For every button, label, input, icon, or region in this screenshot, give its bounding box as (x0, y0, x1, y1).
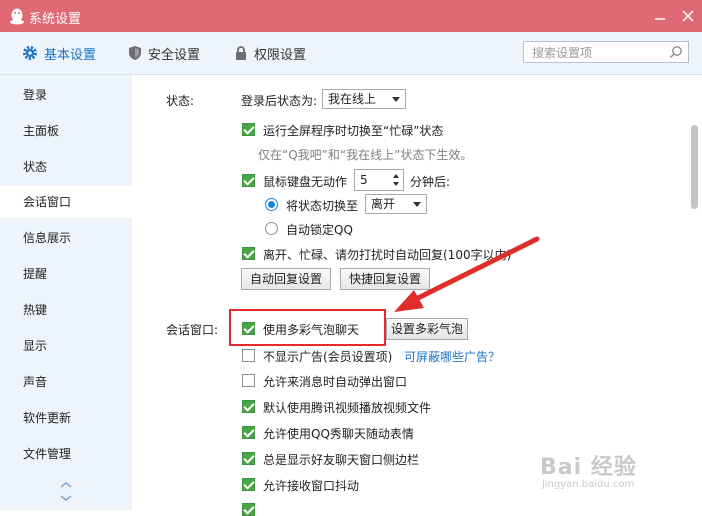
watermark-url: jingyan.baidu.com (542, 479, 635, 490)
annotation-arrow-icon (394, 236, 540, 312)
watermark-brand: Bai 经验 (540, 455, 637, 480)
baidu-watermark: Bai 经验 jingyan.baidu.com (540, 449, 637, 490)
